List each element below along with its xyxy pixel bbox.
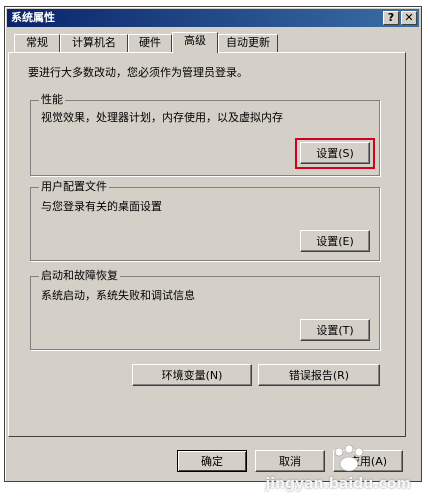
user-profiles-group-title: 用户配置文件 (39, 180, 109, 194)
performance-group-title: 性能 (39, 93, 65, 107)
window-title: 系统属性 (11, 11, 55, 24)
cancel-button[interactable]: 取消 (255, 450, 325, 472)
startup-recovery-group-title: 启动和故障恢复 (39, 269, 120, 283)
title-bar[interactable]: 系统属性 ? ✕ (7, 9, 419, 27)
tab-advanced[interactable]: 高级 (172, 32, 218, 53)
environment-variables-button[interactable]: 环境变量(N) (132, 364, 252, 386)
startup-recovery-settings-button[interactable]: 设置(T) (300, 319, 370, 341)
tab-strip: 常规 计算机名 硬件 高级 自动更新 (8, 32, 408, 53)
close-button[interactable]: ✕ (401, 11, 417, 25)
watermark-text: jingyan.baidu.com (265, 476, 411, 492)
performance-description: 视觉效果，处理器计划，内存使用，以及虚拟内存 (41, 111, 283, 124)
ok-button[interactable]: 确定 (177, 450, 247, 472)
help-button[interactable]: ? (383, 11, 399, 25)
tab-general[interactable]: 常规 (14, 34, 60, 52)
user-profiles-description: 与您登录有关的桌面设置 (41, 200, 162, 213)
user-profiles-settings-button[interactable]: 设置(E) (300, 230, 370, 252)
error-reporting-button[interactable]: 错误报告(R) (258, 364, 380, 386)
tab-automatic-updates[interactable]: 自动更新 (218, 34, 278, 52)
performance-settings-button[interactable]: 设置(S) (300, 142, 370, 164)
tab-computer-name[interactable]: 计算机名 (60, 34, 128, 52)
paw-logo-icon (334, 444, 364, 472)
admin-notice: 要进行大多数改动，您必须作为管理员登录。 (28, 66, 248, 79)
startup-recovery-description: 系统启动，系统失败和调试信息 (41, 289, 195, 302)
tab-hardware[interactable]: 硬件 (128, 34, 172, 52)
